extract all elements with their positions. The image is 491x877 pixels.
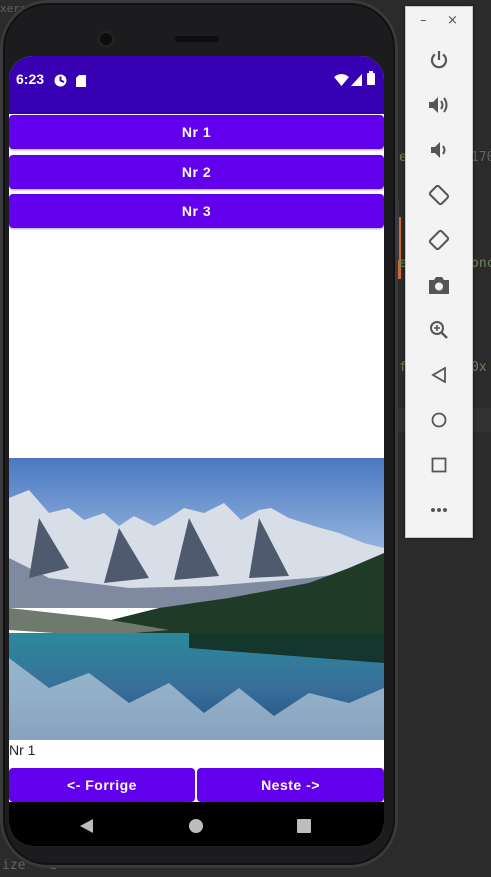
power-icon[interactable] [426, 47, 452, 73]
image-caption: Nr 1 [9, 742, 36, 758]
close-button[interactable]: × [447, 13, 458, 28]
zoom-icon[interactable] [426, 317, 452, 343]
ide-fragment: onc [471, 256, 491, 271]
ide-fragment: 170 [471, 150, 491, 165]
home-icon[interactable] [426, 407, 452, 433]
volume-up-icon[interactable] [426, 92, 452, 118]
emulator-control-panel: – × [405, 6, 473, 538]
mountain-lake-image [9, 458, 384, 740]
rotate-left-icon[interactable] [426, 182, 452, 208]
wifi-icon [334, 71, 349, 90]
ide-fragment: 0x [471, 360, 487, 375]
sd-card-icon [76, 72, 86, 91]
app-notification-icon [54, 72, 67, 91]
status-bar: 6:23 [9, 56, 384, 114]
rotate-right-icon[interactable] [426, 227, 452, 253]
signal-icon [351, 71, 362, 90]
volume-side-button [395, 200, 399, 260]
camera-icon[interactable] [426, 272, 452, 298]
next-button[interactable]: Neste -> [197, 768, 384, 802]
system-navigation-bar [9, 802, 384, 846]
panel-header: – × [406, 7, 472, 37]
earpiece-speaker [175, 36, 219, 42]
overview-icon[interactable] [426, 452, 452, 478]
back-icon[interactable] [80, 818, 93, 837]
volume-down-icon[interactable] [426, 137, 452, 163]
nr2-button[interactable]: Nr 2 [9, 155, 384, 189]
home-icon[interactable] [189, 818, 203, 837]
back-icon[interactable] [426, 362, 452, 388]
phone-frame: 6:23 Nr 1 Nr 2 Nr 3 Nr 1 <- Forrige Nest… [0, 0, 399, 868]
status-time: 6:23 [16, 71, 45, 87]
minimize-button[interactable]: – [420, 13, 427, 28]
nr1-button[interactable]: Nr 1 [9, 115, 384, 149]
previous-button[interactable]: <- Forrige [9, 768, 195, 802]
nr3-button[interactable]: Nr 3 [9, 194, 384, 228]
front-camera [97, 30, 115, 48]
device-screen: 6:23 Nr 1 Nr 2 Nr 3 Nr 1 <- Forrige Nest… [9, 56, 384, 846]
battery-icon [367, 70, 375, 89]
recents-icon[interactable] [297, 818, 311, 837]
more-icon[interactable] [426, 497, 452, 523]
